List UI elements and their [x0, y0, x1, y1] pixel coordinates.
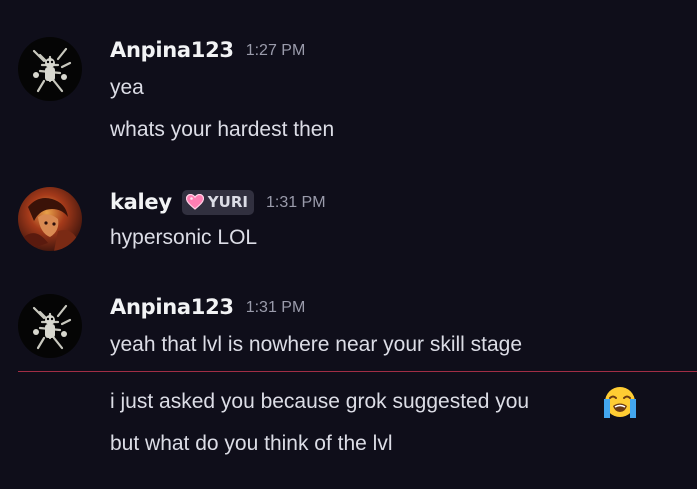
message-text: but what do you think of the lvl: [110, 432, 393, 455]
message-text: yea: [110, 76, 144, 99]
timestamp[interactable]: 1:31 PM: [266, 194, 326, 212]
avatar-kaley[interactable]: [18, 187, 82, 251]
message-text: hypersonic LOL: [110, 226, 258, 249]
username[interactable]: Anpina123: [110, 295, 234, 319]
timestamp[interactable]: 1:31 PM: [246, 299, 306, 317]
loudly-crying-face-emoji: [604, 387, 636, 418]
chat-message-list: Anpina123 1:27 PM yea whats your hardest…: [0, 0, 697, 489]
badge-label: YURI: [207, 193, 248, 211]
message-header: Anpina123 1:31 PM: [110, 294, 305, 320]
message-text: i just asked you because grok suggested …: [110, 390, 530, 413]
message-header: kaley YURI 1:31 PM: [110, 189, 326, 215]
message-text: yeah that lvl is nowhere near your skill…: [110, 333, 523, 356]
username[interactable]: Anpina123: [110, 38, 234, 62]
username[interactable]: kaley: [110, 190, 172, 214]
timestamp[interactable]: 1:27 PM: [246, 42, 306, 60]
new-messages-divider: [18, 371, 697, 372]
avatar-anpina123[interactable]: [18, 37, 82, 101]
role-badge[interactable]: YURI: [181, 189, 254, 215]
avatar-anpina123[interactable]: [18, 294, 82, 358]
pink-heart-icon: [185, 194, 204, 210]
message-header: Anpina123 1:27 PM: [110, 37, 305, 63]
message-text: whats your hardest then: [110, 118, 335, 141]
